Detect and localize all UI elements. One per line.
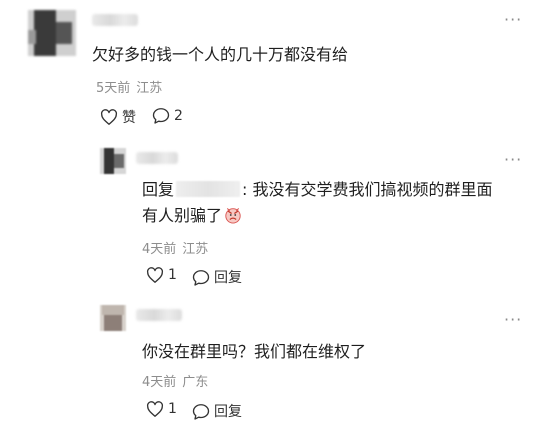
- comment-bubble-icon: [192, 403, 210, 420]
- reply-location: 江苏: [182, 242, 209, 257]
- reply-location: 广东: [182, 375, 209, 390]
- angry-face-emoji-icon: [225, 208, 241, 224]
- comment-bubble-icon: [152, 108, 170, 124]
- like-count: 1: [168, 267, 177, 283]
- reply-button[interactable]: 回复: [192, 401, 242, 421]
- reply-text: 你没在群里吗？我们都在维权了: [142, 342, 367, 361]
- reply-body-line1: : 我没有交学费我们搞视频的群里面: [242, 180, 493, 199]
- reply-button[interactable]: 回复: [192, 267, 242, 287]
- reply-text: 回复 : 我没有交学费我们搞视频的群里面 有人别骗了: [142, 177, 522, 229]
- like-count: 1: [168, 401, 177, 417]
- reply-body-line2: 有人别骗了: [142, 206, 223, 225]
- reply-date: 4天前: [142, 242, 177, 257]
- more-dots-icon[interactable]: ···: [504, 312, 522, 328]
- avatar[interactable]: [100, 305, 126, 331]
- like-button[interactable]: 1: [146, 267, 177, 283]
- reply-label: 回复: [214, 404, 242, 420]
- like-button[interactable]: 1: [146, 401, 177, 417]
- comment-text: 欠好多的钱一个人的几十万都没有给: [92, 45, 349, 64]
- more-dots-icon[interactable]: ···: [504, 152, 522, 168]
- comment-location: 江苏: [136, 81, 163, 96]
- reply-label: 回复: [214, 270, 242, 286]
- avatar[interactable]: [100, 148, 126, 174]
- reply-meta: 4天前 江苏: [142, 238, 208, 257]
- username-blurred[interactable]: [136, 152, 178, 164]
- reply-date: 4天前: [142, 375, 177, 390]
- avatar[interactable]: [28, 10, 76, 56]
- reply-count: 2: [174, 107, 183, 124]
- heart-outline-icon: [147, 267, 163, 283]
- heart-outline-icon: [147, 401, 163, 417]
- like-button[interactable]: 赞: [100, 107, 136, 127]
- reply-prefix: 回复: [142, 180, 175, 199]
- username-blurred[interactable]: [136, 309, 182, 321]
- more-dots-icon[interactable]: ···: [504, 12, 522, 28]
- reply-target-username-blurred[interactable]: [176, 181, 241, 197]
- comment-meta: 5天前 江苏: [96, 77, 162, 96]
- username-blurred[interactable]: [92, 14, 138, 26]
- reply-count-button[interactable]: 2: [152, 107, 183, 124]
- like-label: 赞: [122, 110, 136, 126]
- comment-bubble-icon: [192, 269, 210, 286]
- reply-meta: 4天前 广东: [142, 371, 208, 390]
- comment-date: 5天前: [96, 81, 131, 96]
- comment-thread: ··· 欠好多的钱一个人的几十万都没有给 5天前 江苏 赞 2 ··· 回复: 我…: [0, 0, 550, 425]
- heart-outline-icon: [101, 109, 117, 125]
